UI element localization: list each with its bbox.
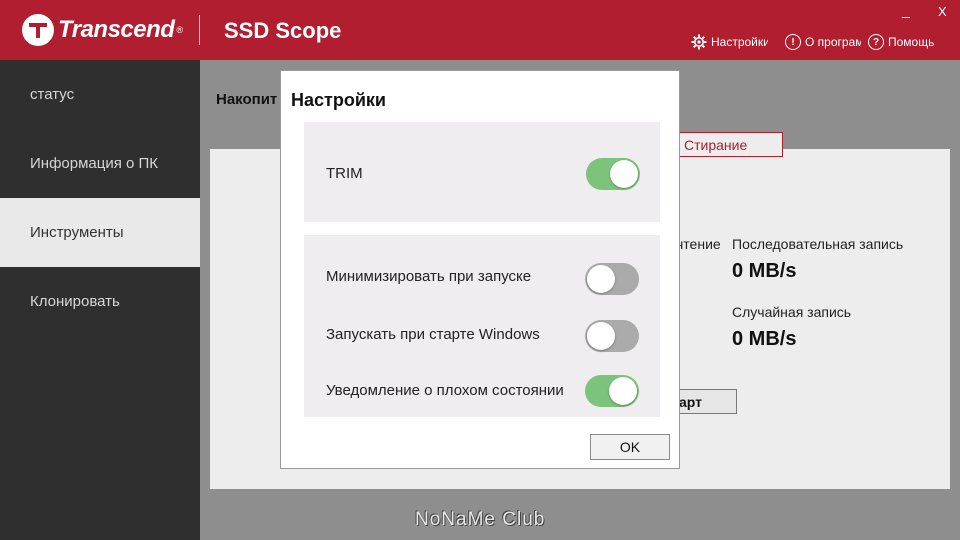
sidebar-item-status[interactable]: статус xyxy=(0,60,200,129)
sidebar-item-label: Инструменты xyxy=(30,224,124,241)
gear-icon xyxy=(691,34,707,50)
info-icon: ! xyxy=(785,34,801,50)
toggle-knob xyxy=(587,322,615,350)
close-button[interactable]: X xyxy=(938,4,947,19)
startup-panel: Минимизировать при запуске Запускать при… xyxy=(304,235,660,417)
rand-write-label: Случайная запись xyxy=(732,304,852,320)
seq-write-value: 0 MB/s xyxy=(732,260,797,282)
sidebar-item-label: статус xyxy=(30,86,75,103)
logo-registered-mark: ® xyxy=(176,25,184,35)
logo-text: Transcend xyxy=(58,16,175,43)
seq-write-label: Последовательная запись xyxy=(732,236,904,252)
option-label-minimize: Минимизировать при запуске xyxy=(326,268,532,285)
toggle-knob xyxy=(609,377,637,405)
app-title: SSD Scope xyxy=(224,18,342,43)
about-menu-label: О програм xyxy=(805,35,861,49)
settings-dialog: Настройки TRIM Минимизировать при запуск… xyxy=(280,70,680,469)
trim-toggle[interactable] xyxy=(586,158,640,190)
settings-menu-label: Настройки xyxy=(711,35,768,49)
option-label-autostart: Запускать при старте Windows xyxy=(326,326,540,343)
option-label-bad-health: Уведомление о плохом состоянии xyxy=(326,382,564,399)
help-icon: ? xyxy=(868,34,884,50)
settings-menu[interactable]: Настройки xyxy=(691,34,768,50)
option-label-trim: TRIM xyxy=(326,165,363,182)
sidebar: статус Информация о ПК Инструменты Клони… xyxy=(0,60,200,540)
minimize-on-start-toggle[interactable] xyxy=(585,263,639,295)
sidebar-item-clone[interactable]: Клонировать xyxy=(0,267,200,336)
sidebar-item-tools[interactable]: Инструменты xyxy=(0,198,200,267)
autostart-toggle[interactable] xyxy=(585,320,639,352)
title-bar: Transcend ® SSD Scope _ X Настройки ! О п… xyxy=(0,0,960,60)
help-menu[interactable]: ? Помощь xyxy=(868,34,938,50)
seq-read-label: чтение xyxy=(676,236,721,252)
bad-health-notify-toggle[interactable] xyxy=(585,375,639,407)
page-title: Накопит xyxy=(216,91,278,108)
help-menu-label: Помощь xyxy=(888,35,935,49)
toggle-knob xyxy=(587,265,615,293)
trim-panel: TRIM xyxy=(304,122,660,222)
toggle-knob xyxy=(610,160,638,188)
header-divider xyxy=(199,15,200,45)
sidebar-item-label: Клонировать xyxy=(30,293,120,310)
sidebar-item-pc-info[interactable]: Информация о ПК xyxy=(0,129,200,198)
ok-button[interactable]: OK xyxy=(590,434,670,460)
rand-write-value: 0 MB/s xyxy=(732,328,797,350)
dialog-title: Настройки xyxy=(291,90,386,110)
minimize-button[interactable]: _ xyxy=(902,2,910,18)
sidebar-item-label: Информация о ПК xyxy=(30,155,159,172)
transcend-logo-icon xyxy=(22,14,54,46)
transcend-logo: Transcend ® xyxy=(22,14,183,46)
about-menu[interactable]: ! О програм xyxy=(785,34,861,50)
watermark: NoNaMe Club xyxy=(415,509,546,530)
tab-erase[interactable]: Стирание xyxy=(673,132,783,157)
